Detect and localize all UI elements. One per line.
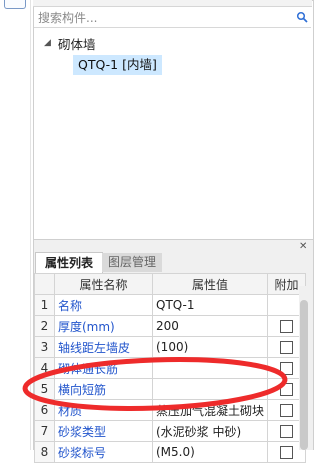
- panel-toolbar: [33, 0, 312, 7]
- tab-property-list[interactable]: 属性列表: [35, 252, 103, 273]
- row-index: 5: [34, 378, 55, 400]
- extra-checkbox[interactable]: [280, 320, 294, 333]
- header-index: [34, 273, 55, 295]
- extra-checkbox[interactable]: [280, 362, 294, 375]
- property-value[interactable]: QTQ-1: [151, 294, 269, 316]
- extra-checkbox[interactable]: [280, 404, 294, 417]
- left-toolbar-button[interactable]: [4, 0, 26, 9]
- property-name: 砌体通长筋: [54, 357, 153, 379]
- left-toolbar-strip: [0, 0, 31, 450]
- scrollbar-thumb[interactable]: [300, 300, 308, 450]
- row-index: 7: [34, 420, 55, 442]
- table-row[interactable]: 1 名称 QTQ-1: [34, 294, 307, 316]
- header-property-value: 属性值: [151, 273, 269, 295]
- tab-layer-management[interactable]: 图层管理: [102, 253, 162, 272]
- property-name: 材质: [54, 399, 153, 421]
- property-name: 横向短筋: [54, 378, 153, 400]
- property-name: 砂浆标号: [54, 441, 153, 463]
- extra-checkbox[interactable]: [280, 425, 294, 438]
- extra-checkbox[interactable]: [280, 383, 294, 396]
- table-row[interactable]: 6 材质 蒸压加气混凝土砌块: [34, 399, 307, 421]
- close-icon[interactable]: ✕: [299, 241, 307, 252]
- row-index: 3: [34, 336, 55, 358]
- table-row[interactable]: 3 轴线距左墙皮 (100): [34, 336, 307, 358]
- extra-checkbox[interactable]: [280, 341, 294, 354]
- property-name: 砂浆类型: [54, 420, 153, 442]
- row-index: 8: [34, 441, 55, 463]
- search-input[interactable]: 搜索构件...: [38, 9, 97, 26]
- row-index: 4: [34, 357, 55, 379]
- property-name: 厚度(mm): [54, 315, 153, 337]
- property-value[interactable]: (M5.0): [151, 441, 269, 463]
- property-value[interactable]: (水泥砂浆 中砂): [151, 420, 269, 442]
- property-value[interactable]: 200: [151, 315, 269, 337]
- table-row[interactable]: 4 砌体通长筋: [34, 357, 307, 379]
- property-value[interactable]: 蒸压加气混凝土砌块: [151, 399, 269, 421]
- table-row[interactable]: 5 横向短筋: [34, 378, 307, 400]
- table-header-row: 属性名称 属性值 附加: [34, 273, 307, 295]
- tree-node-masonry-wall[interactable]: 砌体墙: [58, 34, 96, 53]
- row-index: 6: [34, 399, 55, 421]
- property-value[interactable]: [151, 357, 269, 379]
- table-row[interactable]: 8 砂浆标号 (M5.0): [34, 441, 307, 463]
- header-property-name: 属性名称: [54, 273, 153, 295]
- tree-node-qtq-1[interactable]: QTQ-1 [内墙]: [73, 55, 162, 75]
- extra-checkbox[interactable]: [280, 446, 294, 459]
- property-value[interactable]: [151, 378, 269, 400]
- search-icon[interactable]: [296, 11, 308, 23]
- row-index: 1: [34, 294, 55, 316]
- table-row[interactable]: 2 厚度(mm) 200: [34, 315, 307, 337]
- properties-table: 属性名称 属性值 附加 1 名称 QTQ-1 2 厚度(mm) 200 3 轴线距左墙皮 (10…: [34, 273, 307, 463]
- property-value[interactable]: (100): [151, 336, 269, 358]
- table-row[interactable]: 7 砂浆类型 (水泥砂浆 中砂): [34, 420, 307, 442]
- property-name: 轴线距左墙皮: [54, 336, 153, 358]
- property-name: 名称: [54, 294, 153, 316]
- tree-expand-icon[interactable]: ◢: [44, 38, 51, 48]
- row-index: 2: [34, 315, 55, 337]
